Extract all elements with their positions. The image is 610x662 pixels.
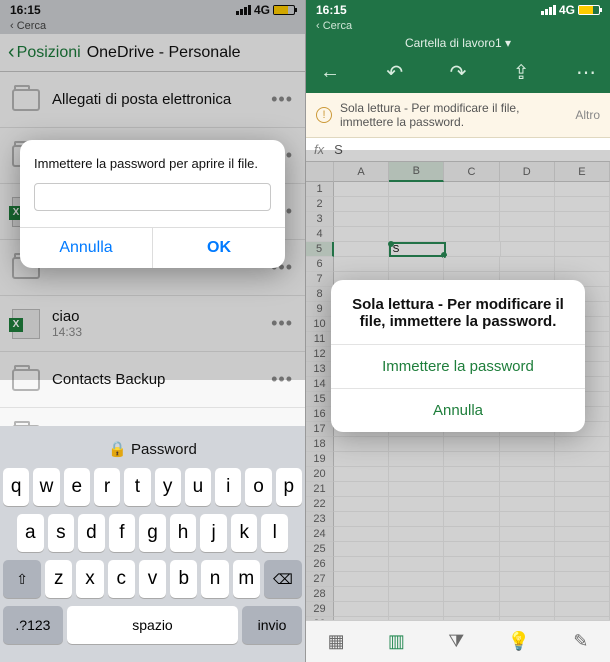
banner-text: Sola lettura - Per modificare il file, i…	[340, 101, 567, 129]
key-m[interactable]: m	[233, 560, 260, 598]
key-y[interactable]: y	[155, 468, 181, 506]
key-spazio[interactable]: spazio	[67, 606, 238, 644]
lightbulb-icon[interactable]: 💡	[508, 631, 530, 652]
document-title: Cartella di lavoro1 ▾	[306, 34, 610, 56]
key-x[interactable]: x	[76, 560, 103, 598]
warning-icon: !	[316, 107, 332, 123]
status-bar: 16:15 4G	[306, 0, 610, 20]
key-⌫[interactable]: ⌫	[264, 560, 302, 598]
key-d[interactable]: d	[78, 514, 105, 552]
back-link[interactable]: ‹ Cerca	[306, 20, 610, 34]
excel-pane: 16:15 4G ‹ Cerca Cartella di lavoro1 ▾ ←…	[305, 0, 610, 662]
key-s[interactable]: s	[48, 514, 75, 552]
dialog-message: Immettere la password per aprire il file…	[34, 156, 271, 171]
key-b[interactable]: b	[170, 560, 197, 598]
key-h[interactable]: h	[170, 514, 197, 552]
status-time: 16:15	[316, 3, 347, 17]
key-r[interactable]: r	[94, 468, 120, 506]
key-j[interactable]: j	[200, 514, 227, 552]
password-bar: 🔒 Password	[3, 432, 302, 468]
key-k[interactable]: k	[231, 514, 258, 552]
edit-icon[interactable]: ✎	[573, 631, 588, 652]
filter-icon[interactable]: ⧩	[448, 631, 464, 652]
key-c[interactable]: c	[108, 560, 135, 598]
enter-password-button[interactable]: Immettere la password	[331, 344, 585, 388]
onedrive-pane: 16:15 4G ‹ Cerca ‹ Posizioni OneDrive - …	[0, 0, 305, 662]
key-w[interactable]: w	[33, 468, 59, 506]
password-input[interactable]	[34, 183, 271, 211]
banner-more[interactable]: Altro	[575, 108, 600, 122]
key-invio[interactable]: invio	[242, 606, 302, 644]
card-view-icon[interactable]: ▥	[388, 631, 405, 652]
key-n[interactable]: n	[201, 560, 228, 598]
key-p[interactable]: p	[276, 468, 302, 506]
key-f[interactable]: f	[109, 514, 136, 552]
key-.?123[interactable]: .?123	[3, 606, 63, 644]
dialog-title: Sola lettura - Per modificare il file, i…	[331, 280, 585, 344]
key-q[interactable]: q	[3, 468, 29, 506]
key-v[interactable]: v	[139, 560, 166, 598]
sheet-tabs-icon[interactable]: ▦	[328, 631, 345, 652]
key-i[interactable]: i	[215, 468, 241, 506]
key-t[interactable]: t	[124, 468, 150, 506]
status-signal: 4G	[541, 3, 600, 17]
toolbar: ← ↶ ↷ ⇪ ⋯	[306, 56, 610, 93]
key-g[interactable]: g	[139, 514, 166, 552]
key-l[interactable]: l	[261, 514, 288, 552]
share-icon[interactable]: ⇪	[513, 60, 530, 85]
redo-icon[interactable]: ↷	[450, 60, 467, 85]
key-z[interactable]: z	[45, 560, 72, 598]
key-a[interactable]: a	[17, 514, 44, 552]
password-dialog: Immettere la password per aprire il file…	[20, 140, 285, 268]
key-u[interactable]: u	[185, 468, 211, 506]
undo-icon[interactable]: ↶	[386, 60, 403, 85]
excel-header: 16:15 4G ‹ Cerca Cartella di lavoro1 ▾ ←…	[306, 0, 610, 93]
readonly-dialog: Sola lettura - Per modificare il file, i…	[331, 280, 585, 432]
more-icon[interactable]: ⋯	[576, 60, 596, 85]
ok-button[interactable]: OK	[153, 228, 285, 268]
key-o[interactable]: o	[245, 468, 271, 506]
readonly-banner[interactable]: ! Sola lettura - Per modificare il file,…	[306, 93, 610, 138]
key-⇧[interactable]: ⇧	[3, 560, 41, 598]
cancel-button[interactable]: Annulla	[20, 228, 153, 268]
keyboard: 🔒 Password qwertyuiop asdfghjkl ⇧zxcvbnm…	[0, 426, 305, 662]
bottom-toolbar: ▦ ▥ ⧩ 💡 ✎	[306, 620, 610, 662]
key-e[interactable]: e	[64, 468, 90, 506]
back-arrow-icon[interactable]: ←	[320, 61, 340, 84]
cancel-button[interactable]: Annulla	[331, 388, 585, 432]
